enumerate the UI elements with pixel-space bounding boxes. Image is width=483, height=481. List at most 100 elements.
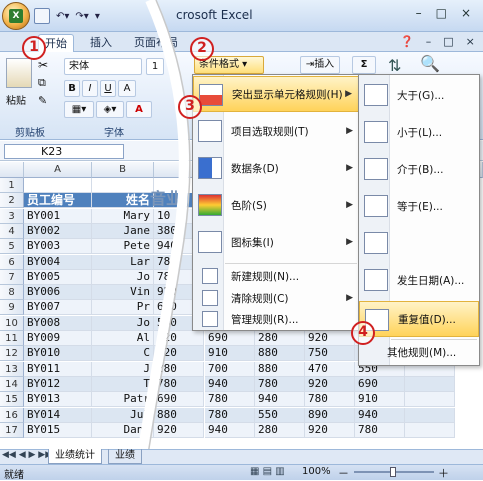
cell-a[interactable]: BY004	[24, 255, 92, 270]
row-header[interactable]: 5	[0, 239, 24, 254]
cell-a[interactable]: BY012	[24, 377, 92, 392]
menu-item-icon-sets[interactable]: 图标集(I) ▶	[193, 224, 359, 260]
cell-a[interactable]: BY009	[24, 331, 92, 346]
cell-value[interactable]: 920	[154, 331, 204, 346]
sheet-nav-arrows-icon[interactable]: ◀◀ ◀ ▶ ▶▶	[2, 450, 52, 460]
cell-a[interactable]: BY011	[24, 362, 92, 377]
cell-b[interactable]: Al	[92, 331, 154, 346]
bold-button[interactable]: B	[64, 80, 80, 97]
menu-item-manage-rules[interactable]: 管理规则(R)...	[193, 308, 359, 330]
row-header[interactable]: 2	[0, 193, 24, 208]
fill-color-button[interactable]: ◈▾	[96, 101, 124, 118]
cell-b[interactable]: Dann	[92, 423, 154, 438]
cell-value[interactable]: 780	[205, 408, 255, 423]
cell-value[interactable]: 700	[205, 362, 255, 377]
cell-b[interactable]: Pete	[92, 239, 154, 254]
menu-item-top-bottom[interactable]: 项目选取规则(T) ▶	[193, 113, 359, 149]
format-painter-icon[interactable]: ✎	[38, 94, 47, 107]
cell-a[interactable]: BY014	[24, 408, 92, 423]
row-header[interactable]: 17	[0, 423, 24, 438]
cell-b[interactable]: Jo	[92, 316, 154, 331]
copy-icon[interactable]: ⧉	[38, 76, 46, 90]
cell-value[interactable]: 780	[205, 392, 255, 407]
submenu-item-equal-to[interactable]: 等于(E)...	[359, 188, 479, 224]
cell-a[interactable]: 员工编号	[24, 193, 92, 208]
cell-value[interactable]: 780	[255, 377, 305, 392]
cell-value[interactable]: 470	[305, 362, 355, 377]
cell-b[interactable]	[92, 178, 154, 193]
submenu-item-text-contains[interactable]	[359, 225, 479, 261]
cell-value[interactable]: 690	[154, 392, 204, 407]
cell-value[interactable]	[405, 392, 455, 407]
cell-b[interactable]: C	[92, 346, 154, 361]
cell-a[interactable]: BY002	[24, 224, 92, 239]
cell-a[interactable]: BY006	[24, 285, 92, 300]
cell-value[interactable]	[405, 377, 455, 392]
cell-b[interactable]: Vin	[92, 285, 154, 300]
cell-b[interactable]: T	[92, 377, 154, 392]
view-buttons-icon[interactable]: ▦ ▤ ▥	[250, 466, 285, 477]
paste-label[interactable]: 粘贴	[6, 92, 26, 107]
grow-font-button[interactable]: A	[118, 80, 136, 97]
cell-value[interactable]: 780	[305, 392, 355, 407]
cell-value[interactable]	[405, 423, 455, 438]
select-all-corner[interactable]	[0, 162, 24, 178]
row-header[interactable]: 6	[0, 255, 24, 270]
cell-value[interactable]: 880	[255, 362, 305, 377]
save-icon[interactable]	[34, 8, 50, 24]
submenu-item-date-occurring[interactable]: 发生日期(A)...	[359, 262, 479, 298]
borders-button[interactable]: ▦▾	[64, 101, 94, 118]
cell-b[interactable]: Mary	[92, 209, 154, 224]
row-header[interactable]: 8	[0, 285, 24, 300]
row-header[interactable]: 14	[0, 377, 24, 392]
name-box[interactable]: K23	[4, 144, 124, 159]
cell-value[interactable]: 880	[154, 408, 204, 423]
submenu-item-more-rules[interactable]: 其他规则(M)...	[359, 341, 479, 363]
cell-value[interactable]: 890	[305, 408, 355, 423]
cell-value[interactable]: 920	[154, 346, 204, 361]
sheet-tab-active[interactable]: 业绩统计	[48, 449, 102, 464]
zoom-in-button[interactable]: ＋	[438, 465, 449, 481]
cut-icon[interactable]: ✂	[38, 58, 48, 72]
cell-b[interactable]: J	[92, 362, 154, 377]
font-size-select[interactable]: 1	[146, 58, 164, 75]
tab-page-layout[interactable]: 页面布局	[128, 34, 184, 52]
cell-b[interactable]: 姓名	[92, 193, 154, 208]
ribbon-restore-button[interactable]: □	[443, 35, 453, 48]
cell-a[interactable]: BY015	[24, 423, 92, 438]
cell-value[interactable]: 280	[154, 362, 204, 377]
cell-b[interactable]: Jul	[92, 408, 154, 423]
font-color-button[interactable]: A	[126, 101, 152, 118]
help-icon[interactable]: ❓	[400, 35, 414, 48]
cell-value[interactable]: 750	[305, 346, 355, 361]
insert-cells-button[interactable]: ⇥插入	[300, 56, 340, 74]
column-header-b[interactable]: B	[92, 162, 154, 178]
submenu-item-between[interactable]: 介于(B)...	[359, 151, 479, 187]
cell-value[interactable]: 940	[355, 408, 405, 423]
zoom-out-button[interactable]: －	[338, 465, 349, 481]
submenu-item-less-than[interactable]: 小于(L)...	[359, 114, 479, 150]
cell-value[interactable]	[405, 408, 455, 423]
cell-value[interactable]: 690	[355, 377, 405, 392]
cell-value[interactable]: 690	[205, 331, 255, 346]
cell-value[interactable]: 880	[255, 346, 305, 361]
row-header[interactable]: 4	[0, 224, 24, 239]
sort-filter-icon[interactable]: ⇅	[388, 56, 401, 75]
row-header[interactable]: 1	[0, 178, 24, 193]
zoom-level[interactable]: 100%	[302, 466, 331, 477]
cell-value[interactable]: 910	[355, 392, 405, 407]
row-header[interactable]: 15	[0, 392, 24, 407]
italic-button[interactable]: I	[82, 80, 98, 97]
cell-b[interactable]: Patr	[92, 392, 154, 407]
cell-value[interactable]: 940	[205, 423, 255, 438]
cell-a[interactable]: BY010	[24, 346, 92, 361]
cell-value[interactable]: 920	[305, 423, 355, 438]
row-header[interactable]: 9	[0, 300, 24, 315]
cell-value[interactable]: 920	[154, 423, 204, 438]
row-header[interactable]: 11	[0, 331, 24, 346]
cell-value[interactable]: 780	[154, 377, 204, 392]
submenu-item-greater-than[interactable]: 大于(G)...	[359, 77, 479, 113]
cell-a[interactable]: BY005	[24, 270, 92, 285]
cell-value[interactable]: 920	[305, 331, 355, 346]
cell-value[interactable]: 550	[255, 408, 305, 423]
